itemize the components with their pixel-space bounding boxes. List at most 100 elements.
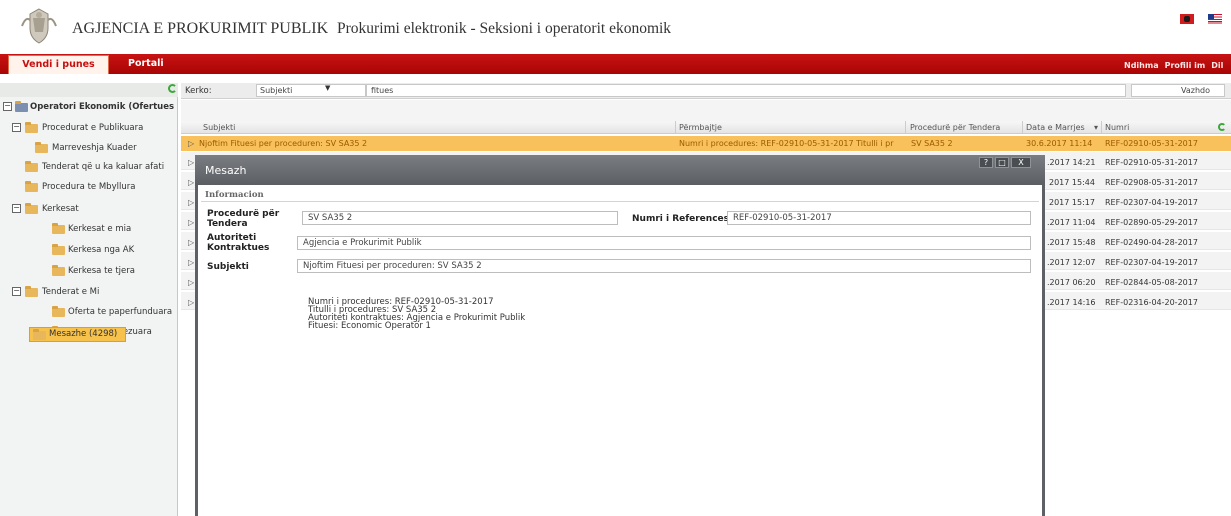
cell-numri: REF-02316-04-20-2017	[1105, 298, 1198, 307]
folder-icon	[25, 161, 38, 172]
dialog-title: Mesazh	[205, 164, 247, 177]
profile-link[interactable]: Profili im	[1165, 61, 1206, 70]
albanian-flag-icon[interactable]	[1180, 14, 1194, 24]
tree-item-tenderat-afati[interactable]: Tenderat që u ka kaluar afati	[42, 160, 164, 174]
main-menu-bar	[0, 54, 1231, 74]
cell-subjekti: Njoftim Fituesi per proceduren: SV SA35 …	[199, 139, 368, 148]
help-link[interactable]: Ndihma	[1124, 61, 1159, 70]
folder-icon	[35, 142, 48, 153]
cell-numri: REF-02910-05-31-2017	[1105, 139, 1198, 148]
vazhdo-button[interactable]: Vazhdo	[1131, 84, 1225, 97]
cell-data: 2017 15:17	[1049, 198, 1095, 207]
tab-portali[interactable]: Portali	[128, 58, 164, 69]
close-button[interactable]: X	[1011, 157, 1031, 168]
tab-vendi-label: Vendi i punes	[22, 59, 95, 70]
column-header-procedure[interactable]: Procedurë për Tendera	[910, 123, 1000, 132]
column-divider	[1101, 121, 1102, 134]
search-field-select[interactable]: Subjekti	[256, 84, 366, 97]
tree-item-mbyllura[interactable]: Procedura te Mbyllura	[42, 180, 135, 194]
logout-link[interactable]: Dil	[1211, 61, 1223, 70]
cell-data: 2017 15:44	[1049, 178, 1095, 187]
folder-icon	[33, 329, 46, 340]
cell-data: .2017 14:16	[1047, 298, 1096, 307]
authority-field[interactable]: Agjencia e Prokurimit Publik	[297, 236, 1031, 250]
grid-toolbar	[181, 100, 1231, 121]
collapse-icon[interactable]: −	[12, 204, 21, 213]
app-root: AGJENCIA E PROKURIMIT PUBLIK Prokurimi e…	[0, 0, 1231, 516]
row-expand-icon[interactable]: ▷	[188, 178, 194, 187]
refresh-icon[interactable]	[168, 84, 177, 93]
row-expand-icon[interactable]: ▷	[188, 218, 194, 227]
cell-procedure: SV SA35 2	[911, 139, 953, 148]
cell-numri: REF-02307-04-19-2017	[1105, 258, 1198, 267]
tree-item-kerkesat-e-mia[interactable]: Kerkesat e mia	[68, 222, 131, 236]
cell-data: .2017 11:04	[1047, 218, 1096, 227]
grid-refresh-icon[interactable]	[1218, 123, 1226, 131]
column-header-permbajtje[interactable]: Përmbajtje	[679, 123, 722, 132]
column-header-data[interactable]: Data e Marrjes	[1026, 123, 1085, 132]
folder-icon	[52, 244, 65, 255]
cell-data: .2017 14:21	[1047, 158, 1096, 167]
help-button[interactable]: ?	[979, 157, 993, 168]
subject-field[interactable]: Njoftim Fituesi per proceduren: SV SA35 …	[297, 259, 1031, 273]
tree-item-kerkesa-ak[interactable]: Kerkesa nga AK	[68, 243, 134, 257]
collapse-icon[interactable]: −	[12, 287, 21, 296]
tree-item-tenderat-mi[interactable]: Tenderat e Mi	[42, 285, 99, 299]
folder-icon	[25, 181, 38, 192]
folder-icon	[52, 306, 65, 317]
cell-data: .2017 15:48	[1047, 238, 1096, 247]
folder-icon	[25, 286, 38, 297]
collapse-icon[interactable]: −	[3, 102, 12, 111]
tree-item-mesazhe-label: Mesazhe (4298)	[49, 329, 118, 339]
column-divider	[675, 121, 676, 134]
cell-numri: REF-02910-05-31-2017	[1105, 158, 1198, 167]
tree-toolbar	[0, 83, 178, 97]
procedure-field[interactable]: SV SA35 2	[302, 211, 618, 225]
tab-vendi-i-punes[interactable]: Vendi i punes	[8, 55, 109, 74]
row-expand-icon[interactable]: ▷	[188, 139, 194, 148]
operator-icon	[15, 101, 28, 112]
folder-icon	[52, 223, 65, 234]
cell-numri: REF-02490-04-28-2017	[1105, 238, 1198, 247]
collapse-icon[interactable]: −	[12, 123, 21, 132]
column-header-numri[interactable]: Numri	[1105, 123, 1129, 132]
user-menu: Ndihma Profili im Dil	[1124, 61, 1229, 70]
cell-numri: REF-02908-05-31-2017	[1105, 178, 1198, 187]
subject-label: Subjekti	[207, 262, 249, 272]
cell-data: .2017 12:07	[1047, 258, 1096, 267]
tree-root-operator[interactable]: Operatori Ekonomik (Ofertues	[30, 100, 174, 114]
reference-field[interactable]: REF-02910-05-31-2017	[727, 211, 1031, 225]
tree-item-procedurat[interactable]: Procedurat e Publikuara	[42, 121, 143, 135]
row-expand-icon[interactable]: ▷	[188, 158, 194, 167]
tree-item-kerkesat[interactable]: Kerkesat	[42, 202, 79, 216]
row-expand-icon[interactable]: ▷	[188, 238, 194, 247]
tree-item-paperfunduara[interactable]: Oferta te paperfunduara	[68, 305, 172, 319]
cell-permbajtje: Numri i procedures: REF-02910-05-31-2017…	[679, 139, 894, 148]
coat-of-arms-logo	[21, 8, 57, 44]
tree-item-marreveshja[interactable]: Marreveshja Kuader	[52, 141, 137, 155]
column-divider	[1022, 121, 1023, 134]
folder-icon	[52, 265, 65, 276]
dialog-body	[198, 185, 1042, 516]
maximize-button[interactable]: □	[995, 157, 1009, 168]
dialog-titlebar[interactable]	[195, 155, 1045, 185]
row-expand-icon[interactable]: ▷	[188, 278, 194, 287]
folder-icon	[25, 122, 38, 133]
cell-data: 30.6.2017 11:14	[1026, 139, 1093, 148]
search-input[interactable]: fitues	[366, 84, 1126, 97]
tree-item-kerkesa-tjera[interactable]: Kerkesa te tjera	[68, 264, 135, 278]
procedure-label: Procedurë për Tendera	[207, 209, 280, 229]
row-expand-icon[interactable]: ▷	[188, 298, 194, 307]
folder-icon	[25, 203, 38, 214]
column-divider	[905, 121, 906, 134]
agency-title: AGJENCIA E PROKURIMIT PUBLIK	[72, 20, 329, 37]
column-header-subjekti[interactable]: Subjekti	[203, 123, 235, 132]
english-flag-icon[interactable]	[1208, 14, 1222, 24]
dropdown-arrow-icon[interactable]: ▼	[325, 84, 330, 92]
row-expand-icon[interactable]: ▷	[188, 198, 194, 207]
authority-label: Autoriteti Kontraktues	[207, 233, 270, 253]
cell-numri: REF-02890-05-29-2017	[1105, 218, 1198, 227]
sort-desc-icon[interactable]: ▾	[1094, 123, 1098, 132]
row-expand-icon[interactable]: ▷	[188, 258, 194, 267]
cell-data: .2017 06:20	[1047, 278, 1096, 287]
